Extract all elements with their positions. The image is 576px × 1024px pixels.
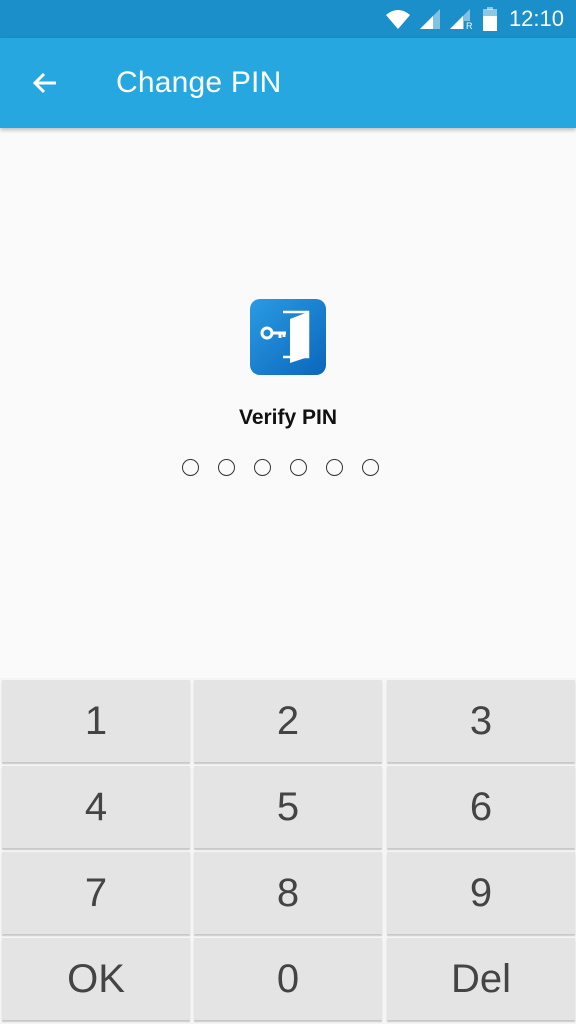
key-6[interactable]: 6 [387, 766, 575, 848]
app-bar: Change PIN [0, 38, 576, 128]
battery-icon [482, 7, 497, 31]
pin-dot [290, 459, 307, 476]
key-0[interactable]: 0 [194, 938, 382, 1020]
delete-button[interactable]: Del [387, 938, 575, 1020]
key-2[interactable]: 2 [194, 680, 382, 762]
wifi-icon [385, 10, 410, 29]
key-1[interactable]: 1 [2, 680, 190, 762]
key-7[interactable]: 7 [2, 852, 190, 934]
pin-dot [326, 459, 343, 476]
key-3[interactable]: 3 [387, 680, 575, 762]
key-5[interactable]: 5 [194, 766, 382, 848]
key-4[interactable]: 4 [2, 766, 190, 848]
arrow-left-icon[interactable] [28, 66, 62, 100]
key-9[interactable]: 9 [387, 852, 575, 934]
key-8[interactable]: 8 [194, 852, 382, 934]
pin-indicator [182, 459, 379, 476]
key-door-icon [250, 299, 326, 375]
pin-dot [218, 459, 235, 476]
status-time: 12:10 [508, 6, 564, 31]
verify-pin-label: Verify PIN [238, 406, 338, 429]
signal-roaming-icon: R [449, 9, 473, 30]
signal-icon [419, 9, 440, 29]
ok-button[interactable]: OK [2, 938, 190, 1020]
pin-dot [362, 459, 379, 476]
keypad: 1 2 3 4 5 6 7 8 9 OK 0 Del [0, 678, 576, 1024]
page-title: Change PIN [116, 66, 282, 99]
svg-text:R: R [466, 21, 473, 30]
status-bar: R 12:10 [0, 0, 576, 38]
pin-dot [182, 459, 199, 476]
pin-dot [254, 459, 271, 476]
